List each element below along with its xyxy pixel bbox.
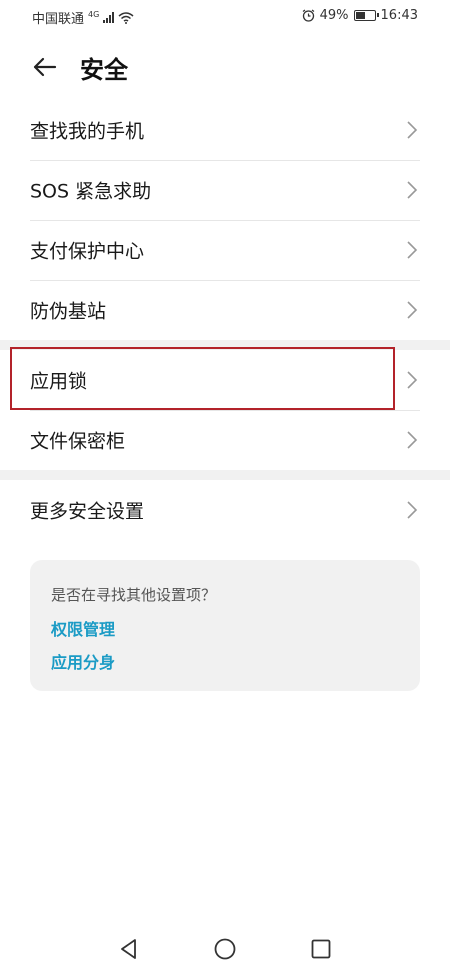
highlight-annotation [10, 347, 395, 410]
menu-item-more-security[interactable]: 更多安全设置 [0, 480, 450, 540]
suggestion-card: 是否在寻找其他设置项？ 权限管理 应用分身 [30, 560, 420, 691]
chevron-right-icon [407, 301, 418, 319]
chevron-right-icon [407, 121, 418, 139]
menu-item-sos[interactable]: SOS 紧急求助 [0, 160, 450, 220]
chevron-right-icon [407, 371, 418, 389]
menu-item-label: 查找我的手机 [30, 120, 145, 143]
link-permission-management[interactable]: 权限管理 [51, 616, 115, 640]
menu-item-fake-base-station[interactable]: 防伪基站 [0, 280, 450, 340]
home-circle-icon[interactable] [212, 936, 238, 962]
chevron-right-icon [407, 501, 418, 519]
battery-percent: 49% [319, 8, 349, 23]
section-gap [0, 470, 450, 480]
navigation-bar [0, 930, 450, 970]
link-app-twin[interactable]: 应用分身 [51, 649, 115, 673]
network-type: 4G [88, 9, 100, 19]
recents-square-icon[interactable] [308, 936, 334, 962]
chevron-right-icon [407, 181, 418, 199]
clock: 16:43 [380, 8, 418, 23]
suggestion-question: 是否在寻找其他设置项？ [51, 586, 217, 604]
back-arrow-icon[interactable] [30, 52, 60, 82]
menu-item-payment-protection[interactable]: 支付保护中心 [0, 220, 450, 280]
status-bar: 中国联通 4G 49% 16:43 [0, 0, 450, 32]
wifi-icon [118, 11, 134, 24]
alarm-icon [302, 9, 314, 22]
chevron-right-icon [407, 241, 418, 259]
page-title: 安全 [80, 56, 128, 84]
carrier-label: 中国联通 [32, 12, 85, 27]
chevron-right-icon [407, 431, 418, 449]
menu-item-label: 文件保密柜 [30, 430, 126, 453]
menu-item-label: 更多安全设置 [30, 500, 145, 523]
menu-item-find-my-phone[interactable]: 查找我的手机 [0, 100, 450, 160]
menu-item-label: 支付保护中心 [30, 240, 145, 263]
back-triangle-icon[interactable] [116, 936, 142, 962]
menu-item-file-safe[interactable]: 文件保密柜 [0, 410, 450, 470]
signal-icon [103, 12, 115, 23]
header: 安全 [0, 44, 450, 90]
battery-icon [353, 10, 379, 21]
menu-item-label: SOS 紧急求助 [30, 180, 152, 203]
menu-item-label: 防伪基站 [30, 300, 107, 323]
